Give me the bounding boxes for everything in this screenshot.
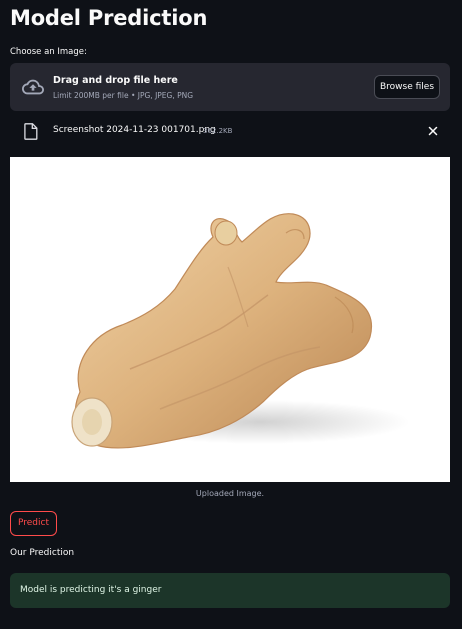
app-page: Model Prediction Choose an Image: Drag a…	[0, 0, 462, 629]
cloud-upload-icon	[22, 79, 44, 95]
dropzone-title: Drag and drop file here	[53, 75, 178, 86]
page-title: Model Prediction	[10, 6, 208, 30]
prediction-heading: Our Prediction	[10, 548, 75, 558]
browse-files-button[interactable]: Browse files	[374, 75, 440, 99]
predict-button[interactable]: Predict	[10, 511, 57, 536]
close-icon[interactable]	[426, 124, 440, 138]
prediction-result-box: Model is predicting it's a ginger	[10, 573, 450, 608]
image-caption: Uploaded Image.	[195, 489, 265, 498]
file-size: 362.2KB	[203, 127, 233, 135]
uploader-label: Choose an Image:	[10, 47, 87, 57]
file-name: Screenshot 2024-11-23 001701.png	[53, 125, 216, 135]
file-dropzone[interactable]: Drag and drop file here Limit 200MB per …	[10, 63, 450, 111]
ginger-root-image	[71, 213, 410, 449]
uploaded-file-row: Screenshot 2024-11-23 001701.png 362.2KB	[10, 120, 450, 144]
uploaded-image	[10, 157, 450, 482]
dropzone-limits: Limit 200MB per file • JPG, JPEG, PNG	[53, 91, 194, 100]
prediction-result-text: Model is predicting it's a ginger	[20, 585, 162, 595]
file-icon	[24, 123, 38, 140]
